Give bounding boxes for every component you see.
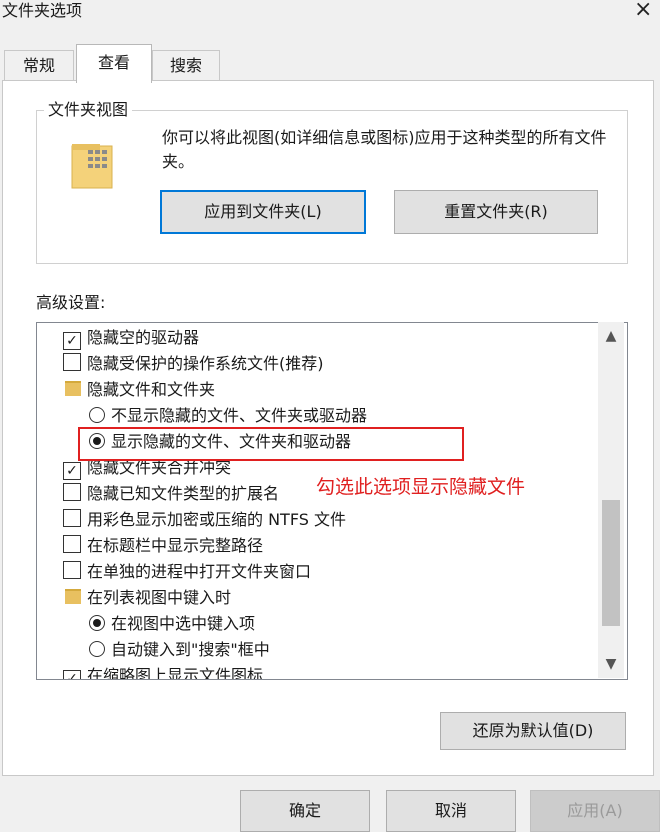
scroll-down-icon[interactable]: ▼ [598, 652, 624, 676]
list-item-label: 隐藏受保护的操作系统文件(推荐) [87, 354, 324, 373]
list-item-label: 在视图中选中键入项 [111, 614, 256, 633]
list-item[interactable]: 用彩色显示加密或压缩的 NTFS 文件 [63, 507, 346, 533]
list-item: 在列表视图中键入时 [65, 585, 231, 611]
list-item-label: 隐藏文件和文件夹 [87, 380, 216, 399]
checkbox[interactable] [63, 561, 81, 579]
restore-defaults-button[interactable]: 还原为默认值(D) [440, 712, 626, 750]
checkbox[interactable] [63, 353, 81, 371]
annotation-text: 勾选此选项显示隐藏文件 [316, 476, 526, 498]
cancel-button[interactable]: 取消 [386, 790, 516, 832]
highlight-box [78, 427, 464, 461]
list-item-label: 隐藏已知文件类型的扩展名 [87, 484, 280, 503]
checkbox[interactable] [63, 483, 81, 501]
checkbox-checked[interactable]: ✓ [63, 332, 81, 350]
radio-button[interactable] [89, 407, 105, 423]
list-item-label: 不显示隐藏的文件、文件夹或驱动器 [111, 406, 368, 425]
list-item-label: 在列表视图中键入时 [87, 588, 232, 607]
folder-grid-icon [71, 144, 113, 189]
list-item-label: 在标题栏中显示完整路径 [87, 536, 264, 555]
ok-button[interactable]: 确定 [240, 790, 370, 832]
list-item[interactable]: 在标题栏中显示完整路径 [63, 533, 263, 559]
window-title: 文件夹选项 [2, 1, 83, 20]
list-item[interactable]: ✓ 隐藏空的驱动器 [63, 325, 199, 351]
list-item[interactable]: 在视图中选中键入项 [89, 611, 255, 637]
folder-icon [65, 589, 81, 604]
folder-view-description: 你可以将此视图(如详细信息或图标)应用于这种类型的所有文件夹。 [162, 128, 607, 171]
reset-folders-button[interactable]: 重置文件夹(R) [394, 190, 598, 234]
radio-button-selected[interactable] [89, 615, 105, 631]
list-item[interactable]: 在单独的进程中打开文件夹窗口 [63, 559, 311, 585]
list-item-label: 在单独的进程中打开文件夹窗口 [87, 562, 312, 581]
folder-icon [65, 381, 81, 396]
list-item[interactable]: 不显示隐藏的文件、文件夹或驱动器 [89, 403, 367, 429]
scrollbar-thumb[interactable] [602, 500, 620, 626]
checkbox-checked[interactable]: ✓ [63, 670, 81, 679]
close-icon[interactable]: × [634, 0, 652, 22]
apply-to-folders-button[interactable]: 应用到文件夹(L) [160, 190, 366, 234]
list-item[interactable]: 自动键入到"搜索"框中 [89, 637, 270, 663]
list-item[interactable]: ✓ 在缩略图上显示文件图标 [63, 663, 264, 680]
tab-view[interactable]: 查看 [76, 44, 152, 83]
folder-view-legend: 文件夹视图 [44, 99, 133, 121]
advanced-settings-list[interactable]: ✓ 隐藏空的驱动器 隐藏受保护的操作系统文件(推荐) 隐藏文件和文件夹 不显示隐藏… [36, 322, 628, 680]
scrollbar[interactable]: ▲ ▼ [598, 322, 624, 678]
apply-button[interactable]: 应用(A) [530, 790, 660, 832]
scroll-up-icon[interactable]: ▲ [598, 324, 624, 348]
list-item-label: 用彩色显示加密或压缩的 NTFS 文件 [87, 510, 346, 529]
advanced-settings-label: 高级设置: [36, 293, 106, 312]
radio-button[interactable] [89, 641, 105, 657]
list-item: 隐藏文件和文件夹 [65, 377, 215, 403]
checkbox-checked[interactable]: ✓ [63, 462, 81, 480]
list-item[interactable]: 隐藏已知文件类型的扩展名 [63, 481, 279, 507]
checkbox[interactable] [63, 535, 81, 553]
checkbox[interactable] [63, 509, 81, 527]
list-item-label: 隐藏空的驱动器 [87, 328, 200, 347]
list-item-label: 在缩略图上显示文件图标 [87, 666, 264, 680]
list-item-label: 自动键入到"搜索"框中 [111, 640, 270, 659]
list-item[interactable]: 隐藏受保护的操作系统文件(推荐) [63, 351, 324, 377]
tab-search[interactable]: 搜索 [152, 50, 220, 81]
tab-general[interactable]: 常规 [4, 50, 74, 81]
